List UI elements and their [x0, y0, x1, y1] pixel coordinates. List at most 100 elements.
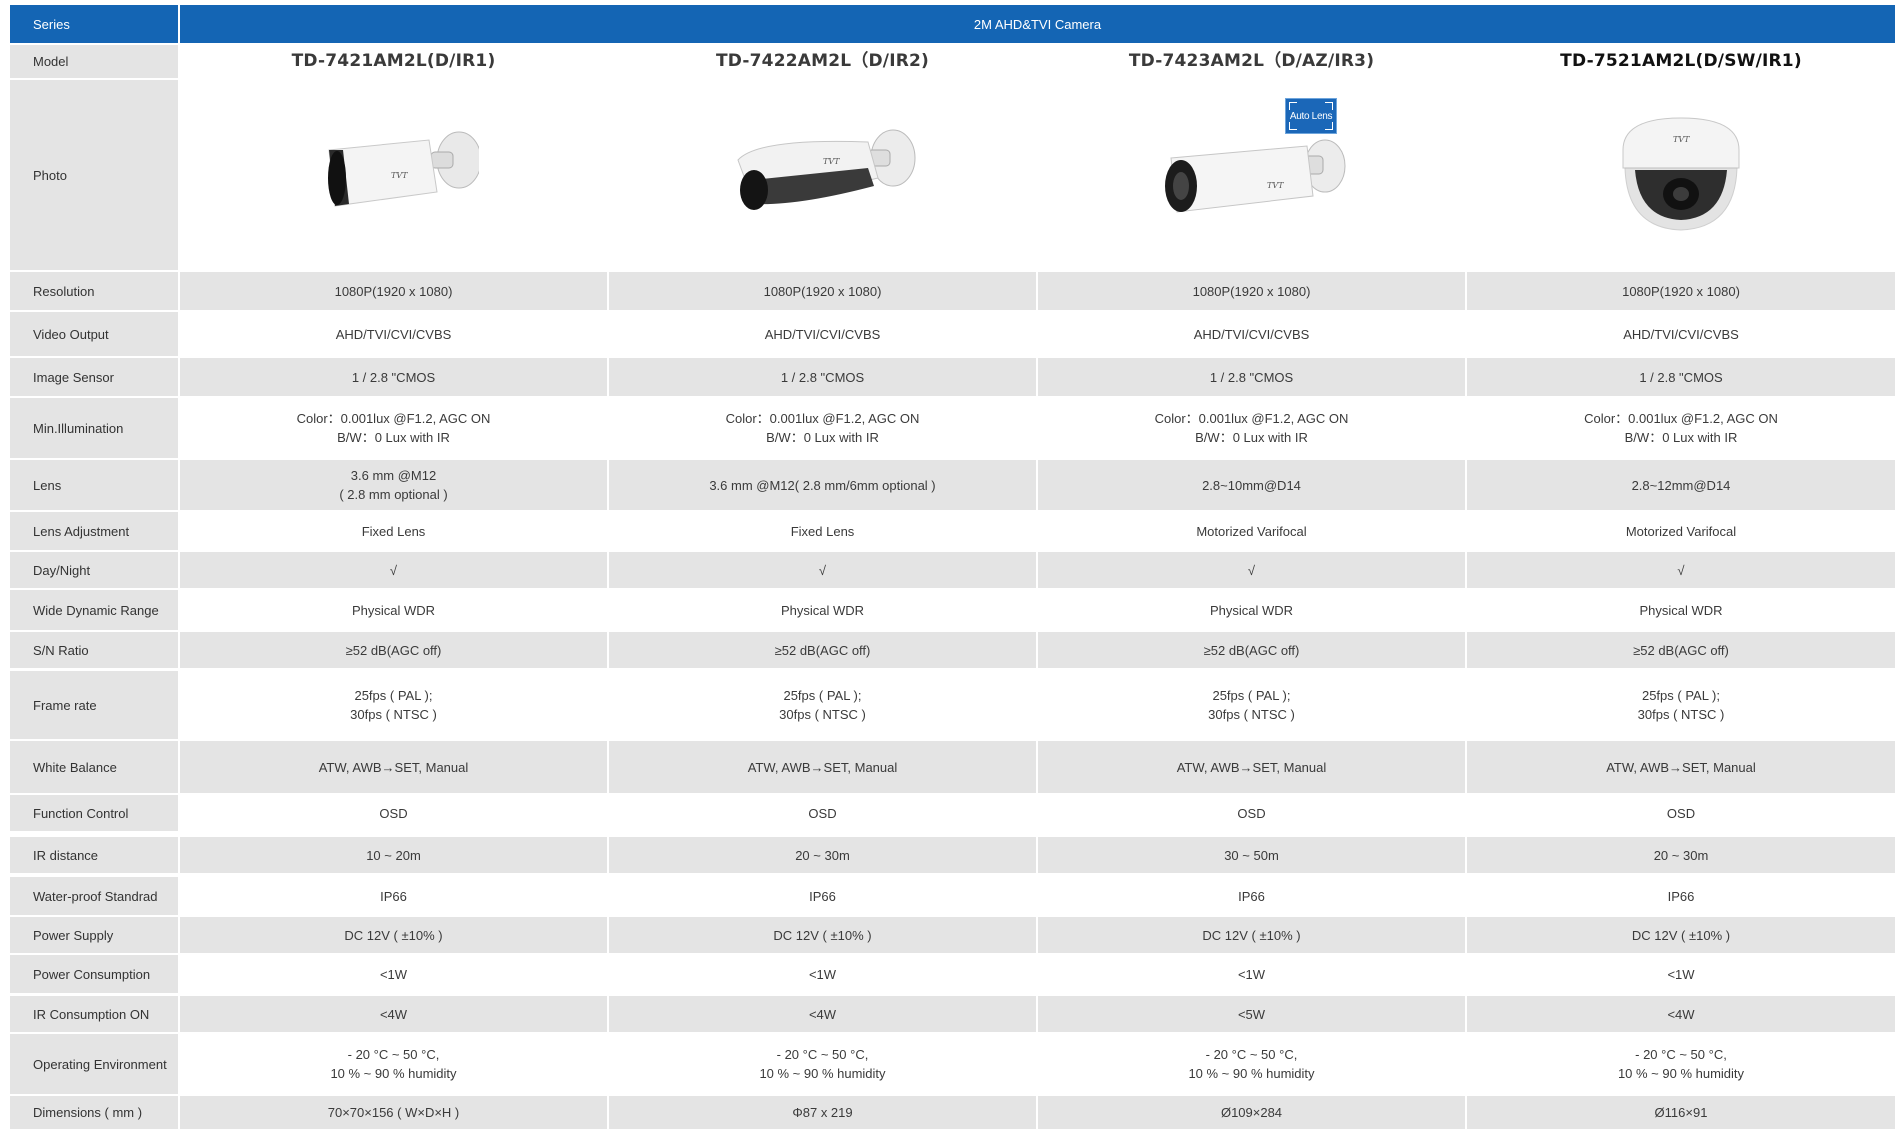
spec-value: AHD/TVI/CVI/CVBS: [1623, 326, 1739, 342]
spec-value-cell: ATW, AWB→SET, Manual: [180, 741, 607, 793]
spec-label-cell: Image Sensor: [10, 358, 178, 396]
spec-value: - 20 °C ~ 50 °C, 10 % ~ 90 % humidity: [759, 1047, 886, 1081]
spec-value: DC 12V ( ±10% ): [1631, 927, 1731, 943]
svg-text:TVT: TVT: [1673, 135, 1690, 144]
spec-value-cell: Motorized Varifocal: [1038, 512, 1465, 550]
spec-value: OSD: [1666, 805, 1696, 821]
spec-value-cell: 70×70×156 ( W×D×H ): [180, 1096, 607, 1129]
spec-label: Dimensions ( mm ): [33, 1105, 143, 1120]
spec-value-cell: ≥52 dB(AGC off): [1467, 632, 1895, 668]
photo-cell: TVT: [1038, 80, 1465, 270]
spec-value-cell: 1 / 2.8 "CMOS: [1038, 358, 1465, 396]
spec-value-cell: AHD/TVI/CVI/CVBS: [1038, 312, 1465, 356]
spec-value: √: [1247, 562, 1256, 578]
model-name: TD-7422AM2L（D/IR2): [715, 51, 930, 71]
spec-value: Physical WDR: [1209, 602, 1294, 618]
spec-value: <4W: [808, 1006, 837, 1022]
bullet-camera-icon: TVT: [728, 120, 918, 230]
spec-label-cell: IR distance: [10, 837, 178, 873]
spec-value: Color：0.001lux @F1.2, AGC ON B/W：0 Lux w…: [1584, 411, 1778, 445]
spec-label: Lens: [33, 477, 62, 493]
svg-text:TVT: TVT: [823, 157, 840, 166]
spec-label: IR Consumption ON: [33, 1006, 150, 1022]
spec-value-cell: ATW, AWB→SET, Manual: [609, 741, 1036, 793]
spec-value-cell: Color：0.001lux @F1.2, AGC ON B/W：0 Lux w…: [609, 398, 1036, 458]
spec-value-cell: Motorized Varifocal: [1467, 512, 1895, 550]
spec-value: Color：0.001lux @F1.2, AGC ON B/W：0 Lux w…: [1154, 411, 1349, 445]
auto-lens-badge-label: Auto Lens: [1289, 110, 1333, 122]
spec-label: White Balance: [33, 759, 117, 775]
photo-cell: TVT: [1467, 80, 1895, 270]
spec-value-cell: ≥52 dB(AGC off): [180, 632, 607, 668]
spec-label-cell: Lens: [10, 460, 178, 510]
spec-value-cell: OSD: [609, 795, 1036, 831]
spec-label-cell: Video Output: [10, 312, 178, 356]
spec-label: Video Output: [33, 326, 109, 342]
series-value-cell: 2M AHD&TVI Camera: [180, 5, 1895, 43]
spec-value: 2.8~10mm@D14: [1202, 477, 1301, 493]
spec-value: DC 12V ( ±10% ): [344, 927, 443, 943]
spec-value: √: [818, 562, 827, 578]
spec-value-cell: 25fps ( PAL ); 30fps ( NTSC ): [1467, 671, 1895, 739]
spec-value: AHD/TVI/CVI/CVBS: [1193, 326, 1310, 342]
spec-label-cell: Operating Environment: [10, 1034, 178, 1094]
spec-value: AHD/TVI/CVI/CVBS: [335, 326, 452, 342]
spec-value-cell: Color：0.001lux @F1.2, AGC ON B/W：0 Lux w…: [1467, 398, 1895, 458]
spec-value-cell: - 20 °C ~ 50 °C, 10 % ~ 90 % humidity: [180, 1034, 607, 1094]
spec-label-cell: Lens Adjustment: [10, 512, 178, 550]
spec-value-cell: - 20 °C ~ 50 °C, 10 % ~ 90 % humidity: [609, 1034, 1036, 1094]
spec-label: Min.Illumination: [33, 420, 124, 436]
spec-value: 70×70×156 ( W×D×H ): [327, 1105, 460, 1120]
svg-text:TVT: TVT: [1267, 181, 1284, 190]
spec-value: 1080P(1920 x 1080): [763, 283, 882, 299]
spec-value: OSD: [379, 805, 408, 821]
spec-value-cell: <1W: [180, 955, 607, 993]
spec-label: Day/Night: [33, 562, 91, 578]
svg-text:TVT: TVT: [391, 171, 408, 180]
spec-value-cell: 1 / 2.8 "CMOS: [1467, 358, 1895, 396]
spec-value-cell: Fixed Lens: [609, 512, 1036, 550]
spec-value-cell: 10 ~ 20m: [180, 837, 607, 873]
spec-value: IP66: [1667, 888, 1695, 904]
spec-value-cell: ≥52 dB(AGC off): [609, 632, 1036, 668]
series-label-cell: Series: [10, 5, 178, 43]
spec-value: Physical WDR: [351, 602, 436, 618]
spec-value-cell: 1080P(1920 x 1080): [1467, 272, 1895, 310]
spec-value: 1 / 2.8 "CMOS: [1639, 369, 1723, 385]
photo-cell: TVT: [609, 80, 1036, 270]
spec-value-cell: DC 12V ( ±10% ): [180, 917, 607, 953]
spec-value-cell: IP66: [180, 877, 607, 915]
spec-value: 2.8~12mm@D14: [1631, 477, 1731, 493]
spec-label-cell: Water-proof Standrad: [10, 877, 178, 915]
spec-value-cell: DC 12V ( ±10% ): [1038, 917, 1465, 953]
spec-value: Motorized Varifocal: [1196, 523, 1307, 539]
spec-value: Φ87 x 219: [792, 1105, 853, 1120]
spec-label-cell: Function Control: [10, 795, 178, 831]
spec-label-cell: Power Consumption: [10, 955, 178, 993]
model-label: Model: [33, 54, 69, 69]
spec-value: 25fps ( PAL ); 30fps ( NTSC ): [1637, 688, 1725, 722]
spec-value-cell: DC 12V ( ±10% ): [1467, 917, 1895, 953]
spec-value: Fixed Lens: [361, 523, 426, 539]
spec-value-cell: 2.8~12mm@D14: [1467, 460, 1895, 510]
spec-value: 30 ~ 50m: [1224, 847, 1279, 863]
spec-value-cell: Color：0.001lux @F1.2, AGC ON B/W：0 Lux w…: [180, 398, 607, 458]
spec-value-cell: IP66: [1038, 877, 1465, 915]
spec-value-cell: OSD: [1467, 795, 1895, 831]
spec-value: IP66: [1238, 888, 1265, 904]
spec-value-cell: ATW, AWB→SET, Manual: [1038, 741, 1465, 793]
model-name-cell: TD-7521AM2L(D/SW/IR1): [1467, 45, 1895, 78]
spec-value: 3.6 mm @M12 ( 2.8 mm optional ): [339, 468, 448, 502]
photo-label: Photo: [33, 167, 67, 183]
spec-value-cell: <1W: [609, 955, 1036, 993]
spec-value: 1080P(1920 x 1080): [1622, 283, 1740, 299]
spec-label-cell: IR Consumption ON: [10, 996, 178, 1032]
spec-value: 25fps ( PAL ); 30fps ( NTSC ): [350, 688, 437, 722]
spec-value: 20 ~ 30m: [795, 847, 850, 863]
spec-value-cell: √: [180, 552, 607, 588]
spec-label: S/N Ratio: [33, 642, 89, 658]
spec-label-cell: Day/Night: [10, 552, 178, 588]
spec-value-cell: Fixed Lens: [180, 512, 607, 550]
spec-value-cell: Physical WDR: [609, 590, 1036, 630]
spec-label: Image Sensor: [33, 369, 114, 385]
